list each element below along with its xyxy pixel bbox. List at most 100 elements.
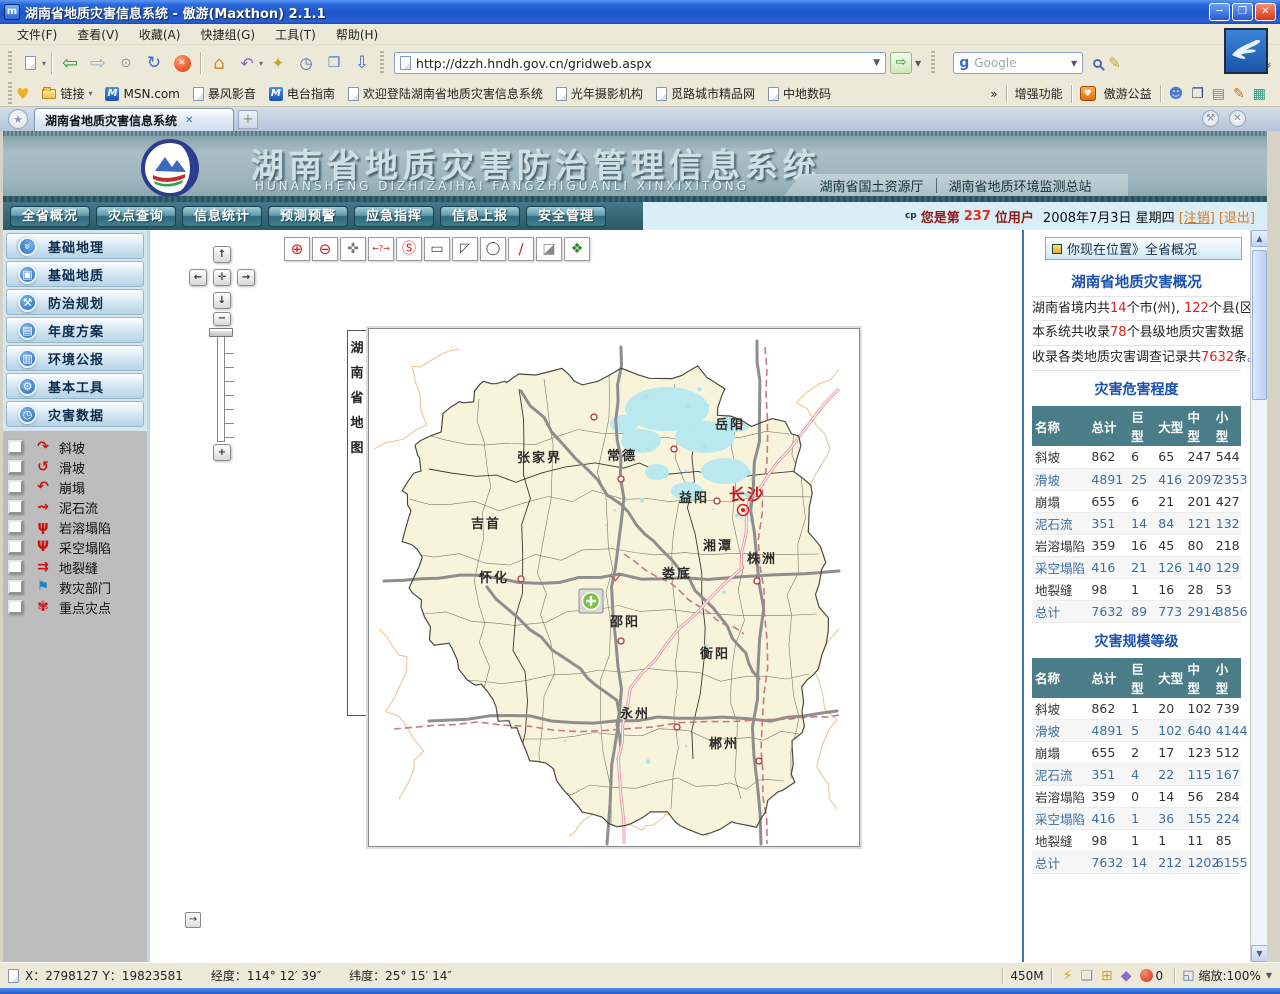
layer-row-泥石流[interactable]: ⇝泥石流 xyxy=(8,497,147,517)
popup-counter[interactable]: 0 xyxy=(1140,969,1164,983)
exit-link[interactable]: [退出] xyxy=(1219,207,1255,226)
close-button[interactable]: ✕ xyxy=(1255,3,1276,21)
links-item[interactable]: 光年摄影机构 xyxy=(556,85,643,102)
nav-tab-灾点查询[interactable]: 灾点查询 xyxy=(96,206,176,227)
stop-button[interactable]: ✕ xyxy=(169,50,195,76)
layer-row-重点灾点[interactable]: ✾重点灾点 xyxy=(8,597,147,617)
zoom-slider-rail[interactable] xyxy=(217,332,225,442)
layer-row-采空塌陷[interactable]: Ψ采空塌陷 xyxy=(8,537,147,557)
links-item[interactable]: MMSN.com xyxy=(105,87,179,101)
select-polygon-button[interactable]: ◸ xyxy=(452,237,478,261)
home-button[interactable]: ⌂ xyxy=(206,50,232,76)
window-list-button[interactable]: ❐ xyxy=(321,50,347,76)
page-flip-icon[interactable]: ❏ xyxy=(1080,968,1093,984)
sidebar-group-基本工具[interactable]: ⚙基本工具 xyxy=(6,373,144,399)
layer-row-斜坡[interactable]: ↷斜坡 xyxy=(8,437,147,457)
magic-fill-button[interactable]: ✦ xyxy=(265,50,291,76)
nav-tab-全省概况[interactable]: 全省概况 xyxy=(10,206,90,227)
enhanced-features-link[interactable]: 增强功能 xyxy=(1015,85,1063,102)
map-canvas[interactable]: 张家界常德岳阳益阳长沙吉首湘潭株洲怀化娄底邵阳衡阳永州郴州 xyxy=(368,328,860,847)
menu-item[interactable]: 帮助(H) xyxy=(327,24,387,45)
layer-row-崩塌[interactable]: ↶崩塌 xyxy=(8,477,147,497)
layer-checkbox[interactable] xyxy=(8,600,23,614)
vertical-scrollbar[interactable]: ▲ ▼ xyxy=(1250,230,1267,962)
menu-item[interactable]: 查看(V) xyxy=(68,24,128,45)
pan-down-button[interactable]: ↓ xyxy=(213,292,231,309)
gem-icon[interactable]: ◆ xyxy=(1121,968,1132,984)
zoom-slider-thumb[interactable] xyxy=(209,328,233,337)
sidebar-group-基础地质[interactable]: ▣基础地质 xyxy=(6,261,144,287)
layer-checkbox[interactable] xyxy=(8,540,23,554)
nav-tab-预测预警[interactable]: 预测预警 xyxy=(268,206,348,227)
pan-center-button[interactable]: ✛ xyxy=(213,269,231,286)
history-button[interactable]: ◷ xyxy=(293,50,319,76)
scroll-down-icon[interactable]: ▼ xyxy=(1251,945,1268,962)
layer-row-地裂缝[interactable]: ⇉地裂缝 xyxy=(8,557,147,577)
highlighter-icon[interactable]: ✎ xyxy=(1108,54,1121,72)
dropdown-caret-icon[interactable]: ▾ xyxy=(42,59,46,68)
zoom-in-button[interactable]: ⊕ xyxy=(284,237,310,261)
window-icon[interactable]: ❐ xyxy=(1191,86,1204,102)
tab-active[interactable]: 湖南省地质灾害信息系统 ✕ xyxy=(34,108,234,131)
select-rectangle-button[interactable]: ▭ xyxy=(424,237,450,261)
zoom-out-button[interactable]: ⊖ xyxy=(312,237,338,261)
links-item[interactable]: 中地数码 xyxy=(768,85,831,102)
links-item[interactable]: M电台指南 xyxy=(269,85,335,102)
scroll-up-icon[interactable]: ▲ xyxy=(1251,230,1268,247)
recent-dropdown-button[interactable]: ⊙ xyxy=(113,50,139,76)
minimize-button[interactable]: ─ xyxy=(1209,3,1230,21)
address-dropdown-icon[interactable]: ▼ xyxy=(873,58,880,68)
pan-up-button[interactable]: ↑ xyxy=(213,246,231,263)
layer-row-滑坡[interactable]: ↺滑坡 xyxy=(8,457,147,477)
maxthon-charity-link[interactable]: 傲游公益 xyxy=(1104,85,1152,102)
forward-button[interactable]: ⇨ xyxy=(85,50,111,76)
links-item[interactable]: ♥ xyxy=(16,85,29,103)
zoom-level[interactable]: 缩放:100% xyxy=(1198,967,1260,984)
logout-link[interactable]: [注销] xyxy=(1179,207,1215,226)
messenger-icon[interactable]: ☻ xyxy=(1169,86,1184,102)
scroll-thumb[interactable] xyxy=(1252,250,1267,400)
layer-checkbox[interactable] xyxy=(8,520,23,534)
tab-setup-button[interactable]: ⚒ xyxy=(1202,110,1219,127)
zoom-slider-plus-button[interactable]: + xyxy=(213,444,231,461)
grid-globe-icon[interactable]: ▦ xyxy=(1253,86,1266,102)
sidebar-group-环境公报[interactable]: ▥环境公报 xyxy=(6,345,144,371)
refresh-button[interactable]: ↻ xyxy=(141,50,167,76)
layer-checkbox[interactable] xyxy=(8,500,23,514)
address-bar[interactable]: http://dzzh.hndh.gov.cn/gridweb.aspx ▼ xyxy=(394,52,886,74)
sidebar-group-基础地理[interactable]: »基础地理 xyxy=(6,233,144,259)
popup-blocked-icon[interactable]: ⊞ xyxy=(1101,968,1113,984)
nav-tab-安全管理[interactable]: 安全管理 xyxy=(526,206,606,227)
nav-tab-信息上报[interactable]: 信息上报 xyxy=(440,206,520,227)
overflow-chevron-icon[interactable]: » xyxy=(990,87,997,101)
search-engine-dropdown-icon[interactable]: ▼ xyxy=(1071,59,1077,68)
select-circle-button[interactable]: ◯ xyxy=(480,237,506,261)
dropdown-caret-icon[interactable]: ▾ xyxy=(259,59,263,68)
full-extent-button[interactable]: ❖ xyxy=(564,237,590,261)
measure-area-button[interactable]: Ⓢ xyxy=(396,237,422,261)
tab-close-all-button[interactable]: ✕ xyxy=(1229,110,1246,127)
back-button[interactable]: ⇦ xyxy=(57,50,83,76)
eraser-button[interactable]: ◪ xyxy=(536,237,562,261)
pens-icon[interactable]: ✎ xyxy=(1233,86,1245,102)
sidebar-group-年度方案[interactable]: ▤年度方案 xyxy=(6,317,144,343)
links-item[interactable]: 觅路城市精品网 xyxy=(656,85,755,102)
layer-checkbox[interactable] xyxy=(8,560,23,574)
link-geo-env-station[interactable]: 湖南省地质环境监测总站 xyxy=(949,176,1092,195)
menu-item[interactable]: 快捷组(G) xyxy=(191,24,264,45)
search-box[interactable]: g Google ▼ xyxy=(953,52,1083,74)
layer-checkbox[interactable] xyxy=(8,580,23,594)
tab-close-icon[interactable]: ✕ xyxy=(185,115,193,126)
maximize-button[interactable]: ❐ xyxy=(1232,3,1253,21)
zoom-dropdown-icon[interactable]: ▼ xyxy=(1266,971,1272,980)
pan-left-button[interactable]: ← xyxy=(189,269,207,286)
links-item[interactable]: 暴风影音 xyxy=(193,85,256,102)
new-tab-button[interactable]: + xyxy=(238,110,258,129)
expand-panel-button[interactable]: → xyxy=(185,912,201,928)
sidebar-group-防治规划[interactable]: ⚒防治规划 xyxy=(6,289,144,315)
layer-row-岩溶塌陷[interactable]: ψ岩溶塌陷 xyxy=(8,517,147,537)
layer-checkbox[interactable] xyxy=(8,460,23,474)
links-item[interactable]: 欢迎登陆湖南省地质灾害信息系统 xyxy=(348,85,543,102)
nav-tab-信息统计[interactable]: 信息统计 xyxy=(182,206,262,227)
links-item[interactable]: 链接▾ xyxy=(42,85,92,102)
